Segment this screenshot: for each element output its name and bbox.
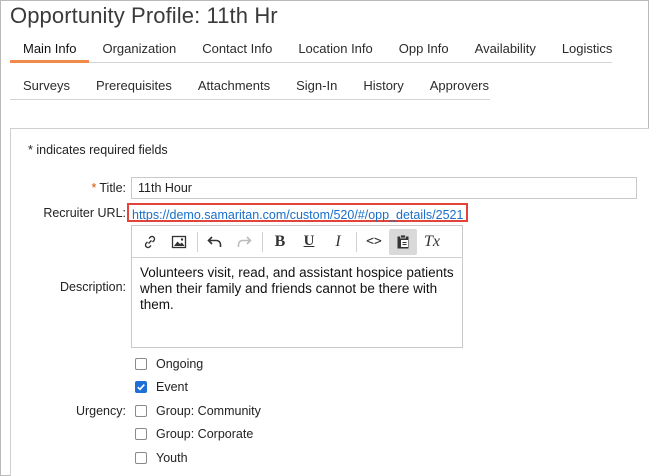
tab-bar-secondary: Surveys Prerequisites Attachments Sign-I…: [10, 72, 490, 100]
check-icon: [137, 384, 145, 391]
option-label: Group: Corporate: [156, 427, 254, 441]
tab-bar-primary: Main Info Organization Contact Info Loca…: [10, 35, 612, 63]
title-input[interactable]: [131, 177, 637, 199]
bold-glyph: B: [274, 232, 286, 250]
page-title: Opportunity Profile: 11th Hr: [10, 3, 278, 28]
urgency-label: Urgency:: [75, 404, 126, 418]
clear-format-glyph: Tx: [424, 232, 440, 250]
title-label: * Title:: [0, 181, 127, 195]
bold-icon[interactable]: B: [266, 229, 294, 255]
checkbox-group-corporate[interactable]: [135, 428, 147, 440]
recruiter-url-label: Recruiter URL:: [43, 206, 126, 220]
checkbox-group-community[interactable]: [135, 405, 147, 417]
tab-history[interactable]: History: [350, 72, 416, 100]
urgency-option-event[interactable]: Event: [135, 380, 188, 394]
tab-location-info[interactable]: Location Info: [285, 35, 385, 63]
tab-approvers[interactable]: Approvers: [417, 72, 502, 100]
tab-prerequisites[interactable]: Prerequisites: [83, 72, 185, 100]
option-label: Group: Community: [156, 404, 261, 418]
italic-icon[interactable]: I: [324, 229, 352, 255]
recruiter-url-link[interactable]: https://demo.samaritan.com/custom/520/#/…: [132, 208, 463, 222]
italic-glyph: I: [335, 232, 341, 250]
tab-sign-in[interactable]: Sign-In: [283, 72, 350, 100]
description-label: Description:: [60, 280, 126, 294]
tab-opp-info[interactable]: Opp Info: [386, 35, 462, 63]
option-label: Event: [156, 380, 188, 394]
code-glyph: <>: [366, 234, 382, 249]
toolbar-divider: [262, 231, 263, 252]
editor-toolbar: B U I <> Tx: [132, 226, 462, 258]
checkbox-event[interactable]: [135, 381, 147, 393]
checkbox-ongoing[interactable]: [135, 358, 147, 370]
description-editor: B U I <> Tx Volunteers visit, read, and …: [131, 225, 463, 348]
urgency-option-group-corporate[interactable]: Group: Corporate: [135, 427, 253, 441]
toolbar-divider: [356, 231, 357, 252]
required-fields-note: * indicates required fields: [28, 143, 168, 157]
tab-organization[interactable]: Organization: [89, 35, 189, 63]
description-text[interactable]: Volunteers visit, read, and assistant ho…: [132, 258, 462, 320]
tab-contact-info[interactable]: Contact Info: [189, 35, 285, 63]
recruiter-url-highlight: https://demo.samaritan.com/custom/520/#/…: [127, 203, 468, 222]
link-icon[interactable]: [136, 229, 164, 255]
tab-main-info[interactable]: Main Info: [10, 35, 90, 63]
option-label: Youth: [156, 451, 188, 465]
paste-icon[interactable]: [389, 228, 417, 255]
image-icon[interactable]: [165, 229, 193, 255]
underline-icon[interactable]: U: [295, 229, 323, 255]
urgency-option-ongoing[interactable]: Ongoing: [135, 357, 203, 371]
required-marker: *: [91, 181, 97, 195]
title-label-text: Title:: [99, 181, 126, 195]
tab-availability[interactable]: Availability: [462, 35, 549, 63]
clear-format-icon[interactable]: Tx: [418, 229, 446, 255]
undo-icon[interactable]: [201, 229, 229, 255]
tab-logistics[interactable]: Logistics: [549, 35, 626, 63]
code-view-icon[interactable]: <>: [360, 229, 388, 255]
option-label: Ongoing: [156, 357, 204, 371]
urgency-option-group-community[interactable]: Group: Community: [135, 404, 261, 418]
tab-surveys[interactable]: Surveys: [10, 72, 83, 100]
underline-glyph: U: [303, 233, 315, 249]
tab-attachments[interactable]: Attachments: [185, 72, 283, 100]
toolbar-divider: [197, 231, 198, 252]
urgency-option-youth[interactable]: Youth: [135, 451, 188, 465]
redo-icon[interactable]: [230, 229, 258, 255]
checkbox-youth[interactable]: [135, 452, 147, 464]
